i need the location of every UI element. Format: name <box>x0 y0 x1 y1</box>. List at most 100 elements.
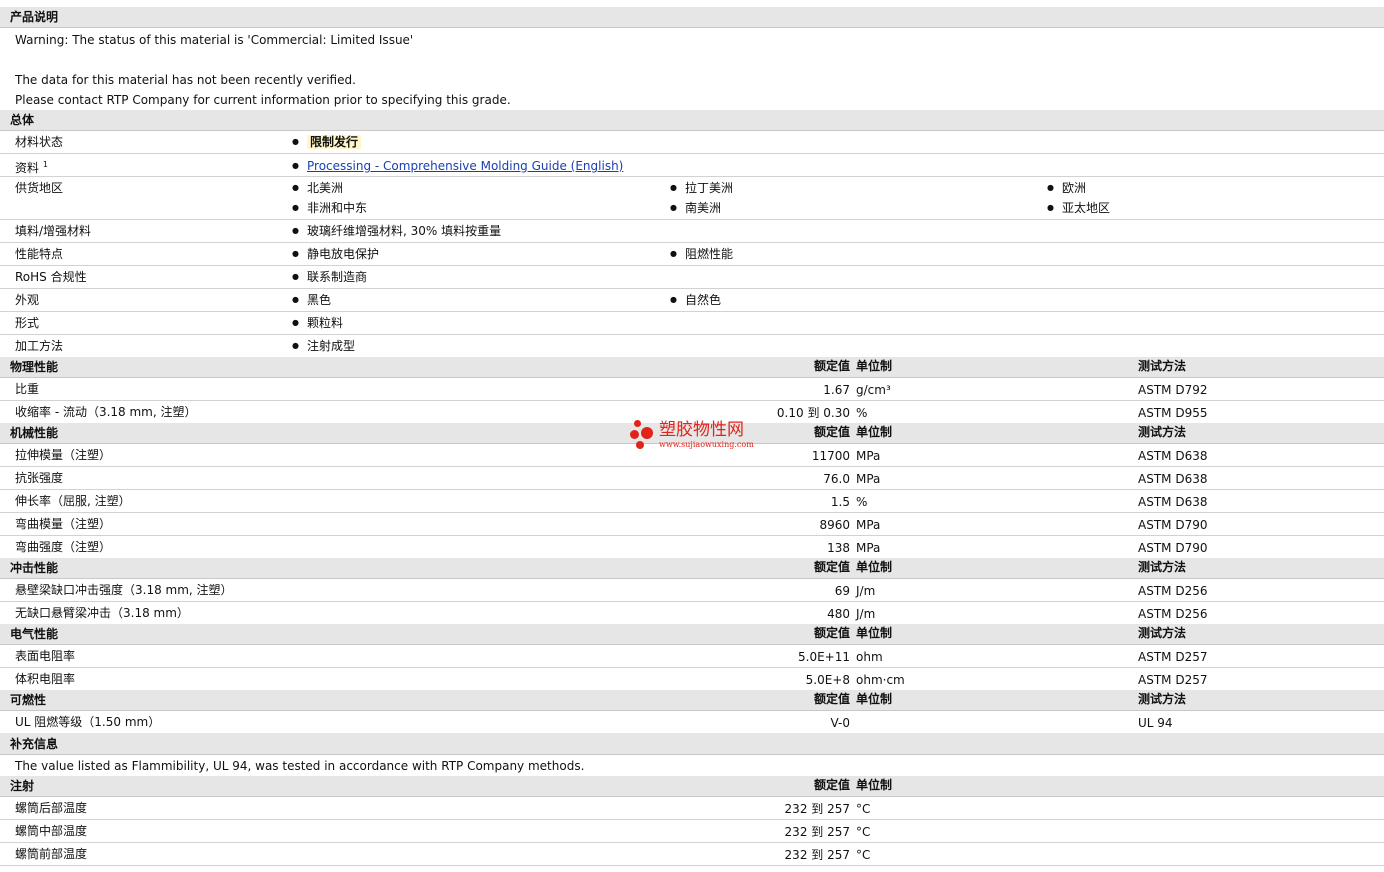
list-item: 自然色 <box>670 292 721 308</box>
section-header-injection: 注射 额定值 单位制 <box>0 776 1384 797</box>
col-header-method: 测试方法 <box>1138 692 1187 706</box>
property-name: 螺筒前部温度 <box>15 847 88 861</box>
list-item: 颗粒料 <box>292 315 343 331</box>
col-header-unit: 单位制 <box>856 692 893 706</box>
property-unit: MPa <box>856 518 881 532</box>
test-method: ASTM D790 <box>1138 518 1208 532</box>
list-item: Processing - Comprehensive Molding Guide… <box>292 158 623 174</box>
col-header-unit: 单位制 <box>856 626 893 640</box>
test-method: ASTM D638 <box>1138 472 1208 486</box>
list-item: 注射成型 <box>292 338 355 354</box>
list-item: 阻燃性能 <box>670 246 733 262</box>
row-label: 性能特点 <box>15 247 64 261</box>
test-method: ASTM D257 <box>1138 673 1208 687</box>
property-unit: MPa <box>856 541 881 555</box>
property-value: 5.0E+8 <box>805 673 850 687</box>
col-header-method: 测试方法 <box>1138 560 1187 574</box>
row-label: 形式 <box>15 316 40 330</box>
property-value: 5.0E+11 <box>798 650 850 664</box>
property-name: 表面电阻率 <box>15 649 76 663</box>
status-badge: 限制发行 <box>307 135 362 149</box>
col-header-nominal: 额定值 <box>813 359 850 373</box>
table-row: UL 阻燃等级（1.50 mm） V-0 UL 94 <box>0 711 1384 734</box>
test-method: ASTM D638 <box>1138 449 1208 463</box>
contact-text: Please contact RTP Company for current i… <box>15 93 511 107</box>
verify-text: The data for this material has not been … <box>15 73 356 87</box>
list-item: 静电放电保护 <box>292 246 379 262</box>
test-method: ASTM D792 <box>1138 383 1208 397</box>
general-row-docs: 资料 1 Processing - Comprehensive Molding … <box>0 154 1384 177</box>
general-row-regions: 供货地区 北美洲 拉丁美洲 欧洲 非洲和中东 南美洲 亚太地区 <box>0 177 1384 220</box>
general-row-rohs: RoHS 合规性 联系制造商 <box>0 266 1384 289</box>
col-header-unit: 单位制 <box>856 425 893 439</box>
logo-dot <box>630 430 639 439</box>
list-item: 欧洲 <box>1047 180 1086 196</box>
list-item: 非洲和中东 <box>292 200 367 216</box>
property-value: 76.0 <box>823 472 850 486</box>
col-header-nominal: 额定值 <box>813 626 850 640</box>
property-unit: MPa <box>856 472 881 486</box>
logo-dot <box>634 420 641 427</box>
logo-text: 塑胶物性网 <box>659 420 744 440</box>
property-name: 螺筒后部温度 <box>15 801 88 815</box>
test-method: ASTM D638 <box>1138 495 1208 509</box>
list-item: 联系制造商 <box>292 269 367 285</box>
property-value: 232 到 257 <box>784 848 850 862</box>
section-title: 物理性能 <box>10 360 59 374</box>
property-name: 无缺口悬臂梁冲击（3.18 mm） <box>15 606 189 620</box>
property-unit: °C <box>856 802 871 816</box>
list-item: 北美洲 <box>292 180 343 196</box>
property-name: 弯曲模量（注塑） <box>15 517 112 531</box>
molding-guide-link[interactable]: Processing - Comprehensive Molding Guide… <box>307 159 623 173</box>
col-header-unit: 单位制 <box>856 359 893 373</box>
section-header-supplement: 补充信息 <box>0 733 1384 755</box>
general-row-process: 加工方法 注射成型 <box>0 335 1384 357</box>
section-header-general: 总体 <box>0 110 1384 131</box>
col-header-nominal: 额定值 <box>813 560 850 574</box>
section-header-flammability: 可燃性 额定值 单位制 测试方法 <box>0 690 1384 711</box>
col-header-unit: 单位制 <box>856 778 893 792</box>
row-label: 填料/增强材料 <box>15 224 92 238</box>
product-desc-body: Warning: The status of this material is … <box>0 28 1384 110</box>
section-title: 可燃性 <box>10 693 47 707</box>
property-value: 8960 <box>819 518 850 532</box>
property-value: 1.5 <box>830 495 850 509</box>
list-item: 亚太地区 <box>1047 200 1110 216</box>
property-unit: MPa <box>856 449 881 463</box>
property-unit: g/cm³ <box>856 383 891 397</box>
property-unit: % <box>856 495 868 509</box>
table-row: 螺筒前部温度 232 到 257 °C <box>0 843 1384 866</box>
logo-url: www.sujiaowuxing.com <box>659 440 754 449</box>
property-value: 232 到 257 <box>784 825 850 839</box>
property-name: 体积电阻率 <box>15 672 76 686</box>
warning-text: Warning: The status of this material is … <box>15 33 414 47</box>
property-name: 弯曲强度（注塑） <box>15 540 112 554</box>
list-item: 拉丁美洲 <box>670 180 733 196</box>
section-header-impact: 冲击性能 额定值 单位制 测试方法 <box>0 558 1384 579</box>
property-name: 抗张强度 <box>15 471 64 485</box>
property-value: 232 到 257 <box>784 802 850 816</box>
table-row: 伸长率（屈服, 注塑） 1.5% ASTM D638 <box>0 490 1384 513</box>
property-name: UL 阻燃等级（1.50 mm） <box>15 715 161 729</box>
table-row: 悬壁梁缺口冲击强度（3.18 mm, 注塑） 69 J/m ASTM D256 <box>0 579 1384 602</box>
property-unit: % <box>856 406 868 420</box>
general-row-status: 材料状态 限制发行 <box>0 131 1384 154</box>
list-item: 玻璃纤维增强材料, 30% 填料按重量 <box>292 223 501 239</box>
property-unit: °C <box>856 825 871 839</box>
property-value: 69 <box>834 584 850 598</box>
table-row: 无缺口悬臂梁冲击（3.18 mm） 480 J/m ASTM D256 <box>0 602 1384 625</box>
property-value: 480 <box>827 607 850 621</box>
section-title: 电气性能 <box>10 627 59 641</box>
section-title: 补充信息 <box>10 737 59 751</box>
col-header-nominal: 额定值 <box>813 425 850 439</box>
table-row: 体积电阻率 5.0E+8 ohm·cm ASTM D257 <box>0 668 1384 691</box>
table-row: 弯曲强度（注塑） 138 MPa ASTM D790 <box>0 536 1384 559</box>
col-header-method: 测试方法 <box>1138 359 1187 373</box>
property-name: 螺筒中部温度 <box>15 824 88 838</box>
col-header-nominal: 额定值 <box>813 692 850 706</box>
test-method: ASTM D257 <box>1138 650 1208 664</box>
table-row: 比重 1.67 g/cm³ ASTM D792 <box>0 378 1384 401</box>
section-header-product-desc: 产品说明 <box>0 7 1384 28</box>
property-unit: J/m <box>856 607 876 621</box>
footnote-marker: 1 <box>42 160 48 169</box>
